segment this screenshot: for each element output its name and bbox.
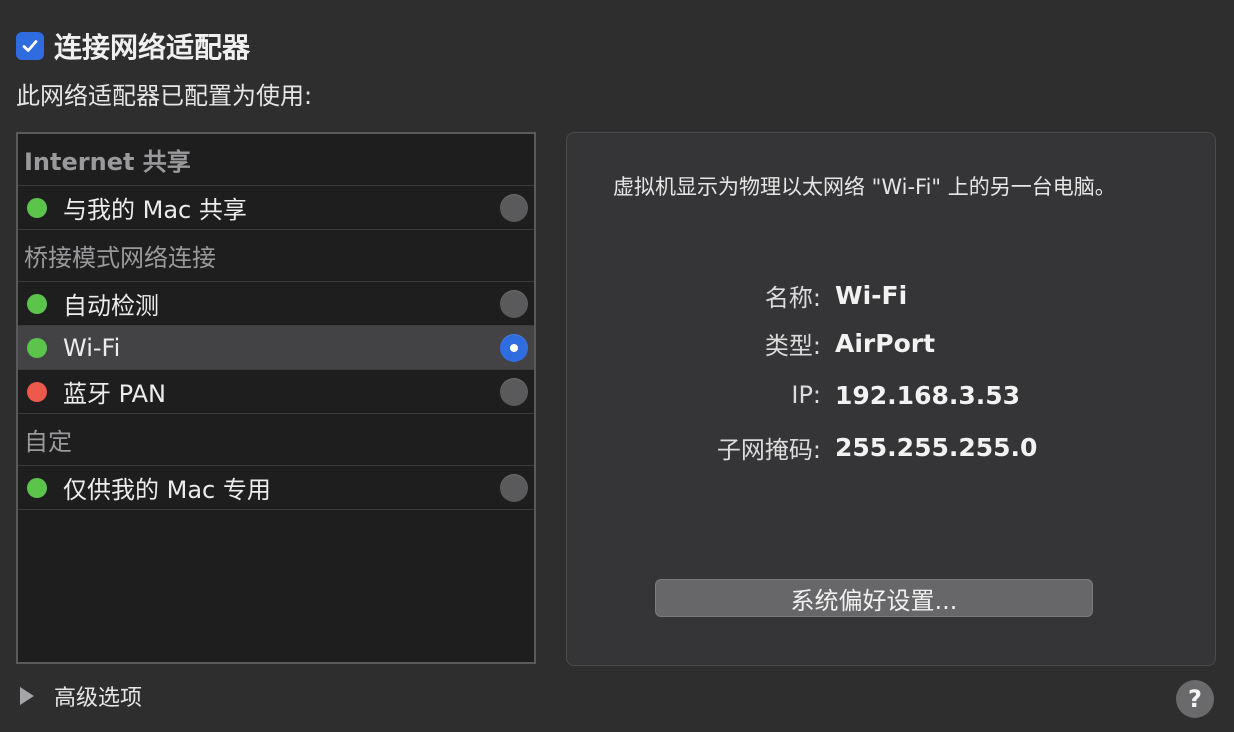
connect-adapter-label[interactable]: 连接网络适配器 bbox=[54, 26, 250, 66]
radio-button-selected[interactable] bbox=[500, 333, 528, 362]
info-key-subnet-mask: 子网掩码: bbox=[716, 435, 821, 464]
status-dot-icon bbox=[27, 337, 47, 358]
section-header-bridged: 桥接模式网络连接 bbox=[18, 230, 534, 282]
list-item-share-with-mac[interactable]: 与我的 Mac 共享 bbox=[18, 186, 534, 230]
info-value-subnet-mask: 255.255.255.0 bbox=[835, 432, 1038, 462]
system-preferences-button[interactable]: 系统偏好设置... bbox=[655, 579, 1093, 617]
list-item-label: 自动检测 bbox=[63, 292, 159, 320]
section-header-internet-sharing: Internet 共享 bbox=[18, 134, 534, 186]
connect-adapter-row[interactable]: 连接网络适配器 bbox=[16, 26, 250, 66]
radio-button[interactable] bbox=[500, 193, 528, 222]
list-item-label: 仅供我的 Mac 专用 bbox=[63, 476, 271, 504]
list-item-bluetooth-pan[interactable]: 蓝牙 PAN bbox=[18, 370, 534, 414]
network-source-list: Internet 共享 与我的 Mac 共享 桥接模式网络连接 自动检测 Wi-… bbox=[16, 132, 536, 664]
advanced-options-disclosure[interactable]: 高级选项 bbox=[20, 680, 142, 712]
status-dot-icon bbox=[27, 197, 47, 218]
adapter-usage-label: 此网络适配器已配置为使用: bbox=[16, 82, 313, 110]
status-dot-icon bbox=[27, 381, 47, 402]
info-key-type: 类型: bbox=[764, 331, 821, 360]
info-row-ip: IP: 192.168.3.53 bbox=[567, 377, 1207, 413]
list-item-autodetect[interactable]: 自动检测 bbox=[18, 282, 534, 326]
connect-adapter-checkbox[interactable] bbox=[16, 32, 44, 60]
list-item-private-to-mac[interactable]: 仅供我的 Mac 专用 bbox=[18, 466, 534, 510]
disclosure-triangle-icon[interactable] bbox=[20, 687, 34, 705]
advanced-options-label[interactable]: 高级选项 bbox=[54, 680, 142, 712]
info-value-ip: 192.168.3.53 bbox=[835, 380, 1021, 410]
info-row-name: 名称: Wi-Fi bbox=[567, 277, 1207, 313]
status-dot-icon bbox=[27, 293, 47, 314]
info-row-subnet-mask: 子网掩码: 255.255.255.0 bbox=[567, 429, 1207, 465]
info-value-name: Wi-Fi bbox=[835, 280, 908, 310]
list-item-label: 蓝牙 PAN bbox=[63, 380, 166, 408]
list-item-label: Wi-Fi bbox=[63, 333, 121, 362]
radio-button[interactable] bbox=[500, 289, 528, 318]
info-key-name: 名称: bbox=[764, 283, 821, 312]
checkmark-icon bbox=[22, 40, 38, 52]
radio-button[interactable] bbox=[500, 473, 528, 502]
adapter-description: 虚拟机显示为物理以太网络 "Wi-Fi" 上的另一台电脑。 bbox=[613, 175, 1116, 199]
help-button[interactable]: ? bbox=[1176, 680, 1214, 718]
info-key-ip: IP: bbox=[791, 381, 821, 409]
radio-button[interactable] bbox=[500, 377, 528, 406]
info-value-type: AirPort bbox=[835, 328, 936, 358]
section-header-custom: 自定 bbox=[18, 414, 534, 466]
adapter-details-panel: 虚拟机显示为物理以太网络 "Wi-Fi" 上的另一台电脑。 名称: Wi-Fi … bbox=[566, 132, 1216, 666]
list-item-label: 与我的 Mac 共享 bbox=[63, 196, 247, 224]
status-dot-icon bbox=[27, 477, 47, 498]
list-item-wifi[interactable]: Wi-Fi bbox=[18, 326, 534, 370]
info-row-type: 类型: AirPort bbox=[567, 325, 1207, 361]
